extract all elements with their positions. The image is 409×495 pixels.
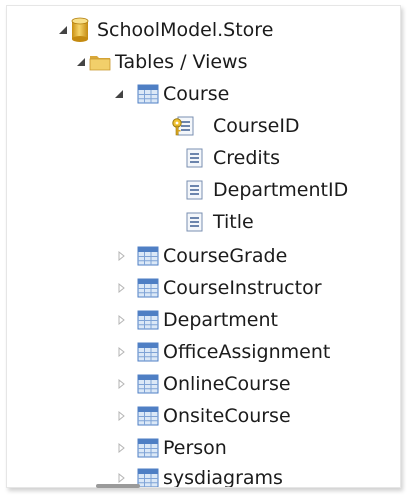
table-icon: [137, 437, 159, 459]
tree-node-label: Department: [163, 309, 278, 331]
tree-node-column[interactable]: CourseID: [7, 110, 397, 142]
collapsed-arrow-icon[interactable]: [115, 378, 127, 390]
tree-node-column[interactable]: Title: [7, 206, 397, 238]
collapsed-arrow-icon[interactable]: [115, 442, 127, 454]
table-icon: [137, 373, 159, 395]
tree-node-label: sysdiagrams: [163, 467, 283, 488]
collapsed-arrow-icon[interactable]: [115, 472, 127, 484]
tree-node-table[interactable]: OnsiteCourse: [7, 400, 397, 432]
primary-key-column-icon: [171, 115, 194, 137]
table-icon: [137, 467, 159, 487]
tree-node-table[interactable]: Department: [7, 304, 397, 336]
tree-node-label: CourseGrade: [163, 245, 288, 267]
tree-node-table[interactable]: sysdiagrams: [7, 462, 397, 488]
tree-node-root[interactable]: SchoolModel.Store: [7, 14, 397, 46]
collapsed-arrow-icon[interactable]: [115, 410, 127, 422]
table-icon: [137, 83, 159, 105]
tree-node-table[interactable]: CourseInstructor: [7, 272, 397, 304]
expanded-arrow-icon[interactable]: [113, 88, 125, 100]
tree-node-label: Course: [163, 83, 230, 105]
expanded-arrow-icon[interactable]: [75, 56, 87, 68]
tree-node-column[interactable]: DepartmentID: [7, 174, 397, 206]
tree-node-label: Credits: [213, 147, 281, 169]
tree-node-table[interactable]: CourseGrade: [7, 240, 397, 272]
tree-node-label: CourseInstructor: [163, 277, 322, 299]
table-icon: [137, 245, 159, 267]
tree-node-table[interactable]: Person: [7, 432, 397, 464]
tree-node-label: CourseID: [213, 115, 300, 137]
collapsed-arrow-icon[interactable]: [115, 282, 127, 294]
tree-node-label: Tables / Views: [115, 51, 248, 73]
collapsed-arrow-icon[interactable]: [115, 314, 127, 326]
tree-node-label: OfficeAssignment: [163, 341, 331, 363]
model-tree: SchoolModel.Store Tables / Views Course …: [7, 6, 400, 487]
table-icon: [137, 277, 159, 299]
expanded-arrow-icon[interactable]: [57, 24, 69, 36]
tree-node-label: OnlineCourse: [163, 373, 291, 395]
collapsed-arrow-icon[interactable]: [115, 250, 127, 262]
table-icon: [137, 405, 159, 427]
tree-node-table[interactable]: OnlineCourse: [7, 368, 397, 400]
collapsed-arrow-icon[interactable]: [115, 346, 127, 358]
folder-icon: [89, 51, 111, 73]
tree-node-table[interactable]: OfficeAssignment: [7, 336, 397, 368]
tree-node-tables-views[interactable]: Tables / Views: [7, 46, 397, 78]
tree-node-label: SchoolModel.Store: [97, 19, 274, 41]
table-icon: [137, 309, 159, 331]
table-icon: [137, 341, 159, 363]
tree-node-label: Person: [163, 437, 227, 459]
tree-node-label: DepartmentID: [213, 179, 349, 201]
model-browser-panel: SchoolModel.Store Tables / Views Course …: [6, 5, 401, 488]
tree-node-table-course[interactable]: Course: [7, 78, 397, 110]
tree-node-label: OnsiteCourse: [163, 405, 291, 427]
column-icon: [185, 179, 207, 201]
database-icon: [71, 17, 89, 43]
tree-node-label: Title: [213, 211, 254, 233]
column-icon: [185, 147, 207, 169]
tree-node-column[interactable]: Credits: [7, 142, 397, 174]
column-icon: [185, 211, 207, 233]
panel-bottom-edge: [96, 484, 140, 488]
